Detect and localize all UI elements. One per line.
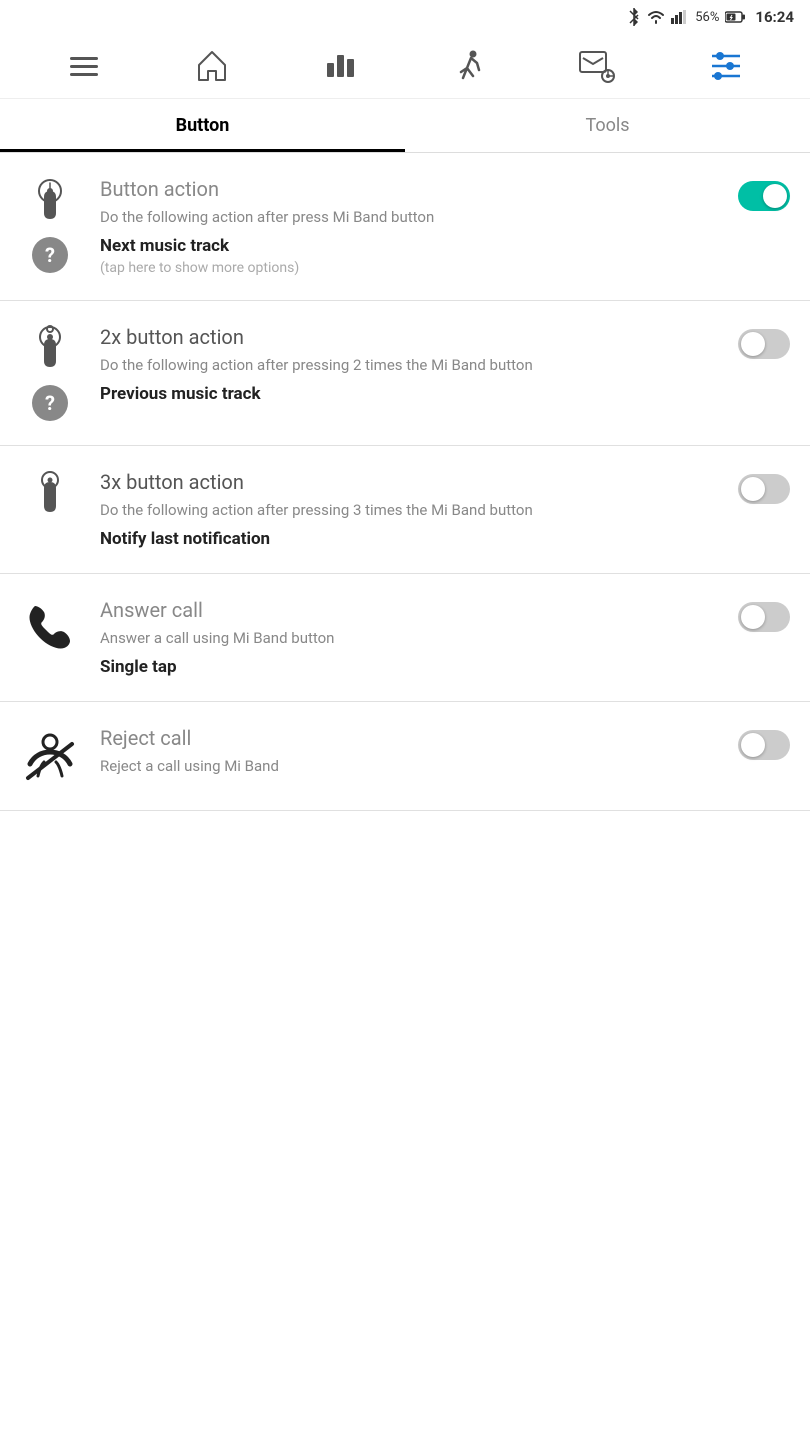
reject-call-icon-group bbox=[20, 726, 80, 786]
reject-call-item[interactable]: Reject call Reject a call using Mi Band bbox=[0, 702, 810, 811]
answer-call-title: Answer call bbox=[100, 598, 726, 622]
3x-button-action-toggle-container bbox=[738, 470, 790, 504]
hamburger-menu[interactable] bbox=[62, 44, 106, 88]
status-bar: 56% 16:24 bbox=[0, 0, 810, 34]
button-action-title: Button action bbox=[100, 177, 726, 201]
2x-button-action-toggle-container bbox=[738, 325, 790, 359]
2x-button-action-content: 2x button action Do the following action… bbox=[100, 325, 726, 404]
answer-call-toggle[interactable] bbox=[738, 602, 790, 632]
reject-call-icon bbox=[20, 726, 80, 786]
battery-icon bbox=[725, 11, 745, 23]
status-time: 16:24 bbox=[755, 8, 794, 26]
reject-call-desc: Reject a call using Mi Band bbox=[100, 756, 726, 777]
question-circle-1: ? bbox=[32, 237, 68, 273]
answer-call-value: Single tap bbox=[100, 657, 726, 677]
message-settings-nav-button[interactable] bbox=[575, 44, 619, 88]
3x-button-action-desc: Do the following action after pressing 3… bbox=[100, 500, 726, 521]
2x-button-action-desc: Do the following action after pressing 2… bbox=[100, 355, 726, 376]
home-nav-button[interactable] bbox=[190, 44, 234, 88]
2x-button-action-item[interactable]: ? 2x button action Do the following acti… bbox=[0, 301, 810, 446]
button-action-content: Button action Do the following action af… bbox=[100, 177, 726, 276]
3x-button-action-item[interactable]: 3x button action Do the following action… bbox=[0, 446, 810, 574]
button-action-desc: Do the following action after press Mi B… bbox=[100, 207, 726, 228]
answer-call-content: Answer call Answer a call using Mi Band … bbox=[100, 598, 726, 677]
message-settings-icon bbox=[578, 48, 616, 84]
3x-button-action-content: 3x button action Do the following action… bbox=[100, 470, 726, 549]
2x-button-action-icon-group: ? bbox=[20, 325, 80, 421]
reject-call-title: Reject call bbox=[100, 726, 726, 750]
reject-call-content: Reject call Reject a call using Mi Band bbox=[100, 726, 726, 785]
reject-call-toggle-container bbox=[738, 726, 790, 760]
equalizer-nav-button[interactable] bbox=[704, 44, 748, 88]
2x-button-action-toggle[interactable] bbox=[738, 329, 790, 359]
settings-list: ? Button action Do the following action … bbox=[0, 153, 810, 811]
answer-call-icon-group bbox=[20, 598, 80, 658]
stats-nav-button[interactable] bbox=[319, 44, 363, 88]
answer-call-item[interactable]: Answer call Answer a call using Mi Band … bbox=[0, 574, 810, 702]
3x-button-action-toggle[interactable] bbox=[738, 474, 790, 504]
tab-tools-label: Tools bbox=[585, 115, 629, 136]
home-icon bbox=[194, 48, 230, 84]
chart-icon bbox=[327, 55, 354, 77]
button-action-hint: (tap here to show more options) bbox=[100, 260, 726, 276]
button-action-icon-group: ? bbox=[20, 177, 80, 273]
button-action-item[interactable]: ? Button action Do the following action … bbox=[0, 153, 810, 301]
3x-button-action-title: 3x button action bbox=[100, 470, 726, 494]
finger-single-icon bbox=[24, 177, 76, 229]
button-action-value: Next music track bbox=[100, 236, 726, 256]
bluetooth-icon bbox=[627, 8, 641, 26]
2x-button-action-title: 2x button action bbox=[100, 325, 726, 349]
running-icon bbox=[451, 48, 487, 84]
tab-button[interactable]: Button bbox=[0, 99, 405, 152]
2x-button-action-value: Previous music track bbox=[100, 384, 726, 404]
wifi-icon bbox=[647, 10, 665, 24]
phone-icon bbox=[20, 598, 80, 658]
signal-icon bbox=[671, 10, 689, 24]
activity-nav-button[interactable] bbox=[447, 44, 491, 88]
finger-triple-icon bbox=[24, 470, 76, 522]
tab-tools[interactable]: Tools bbox=[405, 99, 810, 152]
3x-button-action-icon-group bbox=[20, 470, 80, 522]
battery-text: 56% bbox=[695, 10, 719, 25]
tab-button-label: Button bbox=[176, 115, 230, 136]
question-circle-2: ? bbox=[32, 385, 68, 421]
3x-button-action-value: Notify last notification bbox=[100, 529, 726, 549]
button-action-toggle[interactable] bbox=[738, 181, 790, 211]
finger-double-icon bbox=[24, 325, 76, 377]
reject-call-toggle[interactable] bbox=[738, 730, 790, 760]
button-action-toggle-container bbox=[738, 177, 790, 211]
tab-bar: Button Tools bbox=[0, 99, 810, 153]
answer-call-toggle-container bbox=[738, 598, 790, 632]
equalizer-icon bbox=[708, 48, 744, 84]
answer-call-desc: Answer a call using Mi Band button bbox=[100, 628, 726, 649]
top-navigation bbox=[0, 34, 810, 99]
